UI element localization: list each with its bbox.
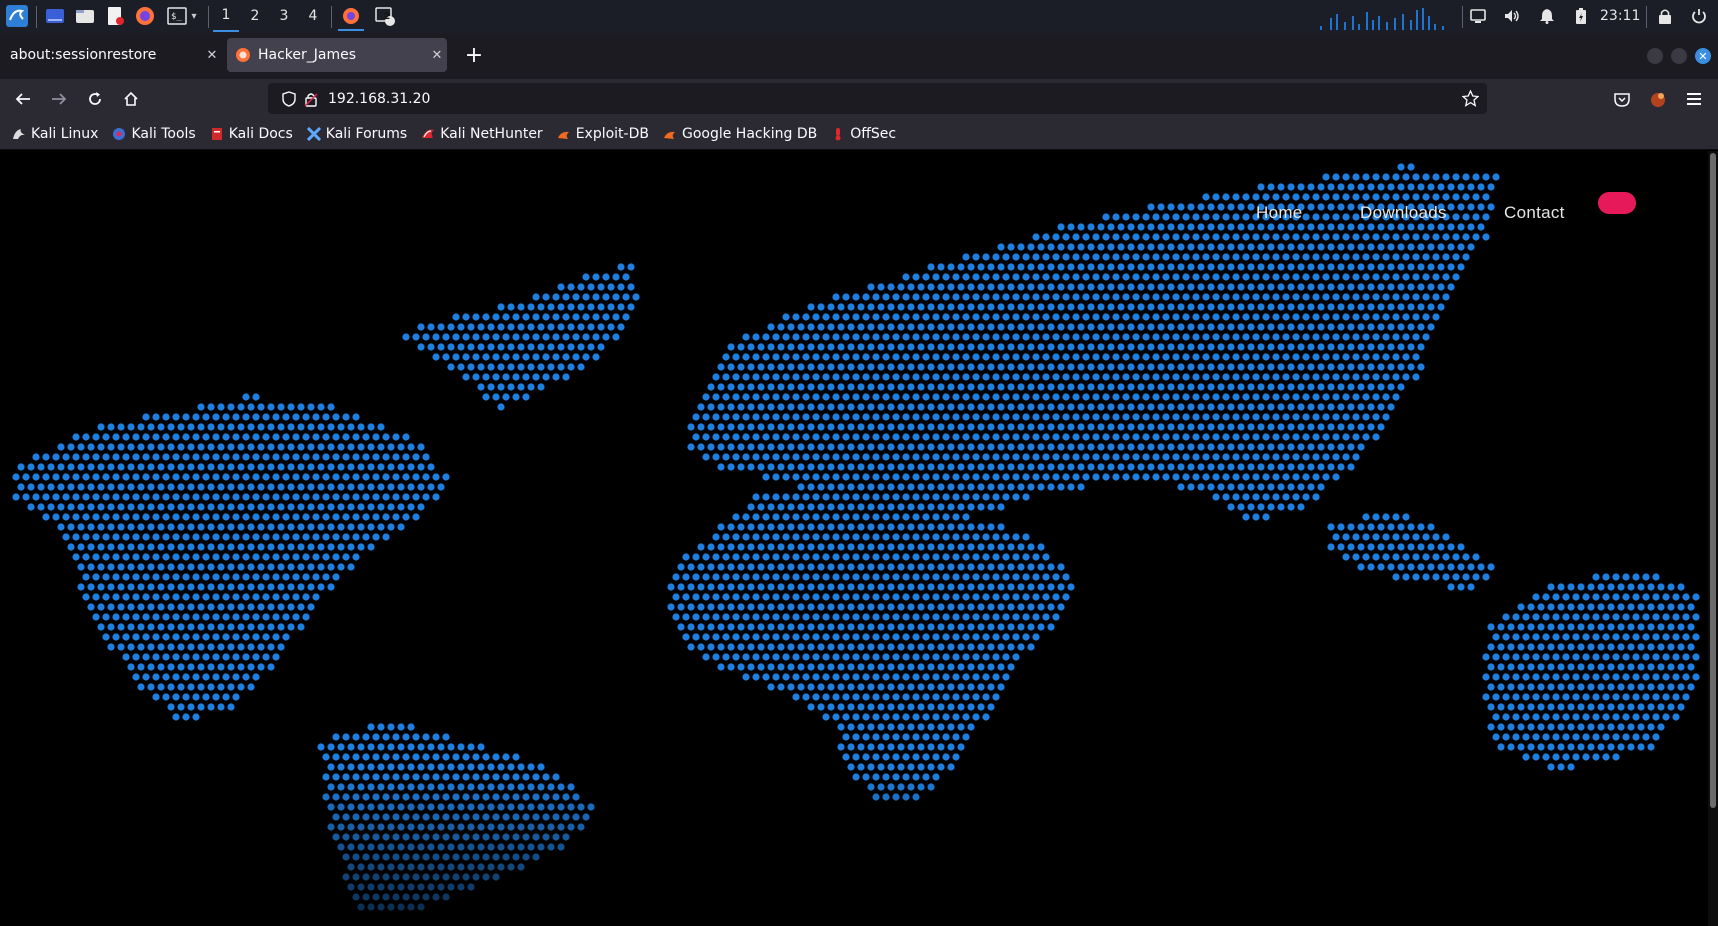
pocket-icon[interactable] [1608,85,1636,113]
kali-docs-icon [211,128,222,140]
bookmark-exploit-db[interactable]: Exploit-DB [557,126,649,142]
volume-icon[interactable] [1500,5,1524,27]
bookmark-kali-linux[interactable]: Kali Linux [12,126,98,142]
site-navigation: Home Downloads Contact [0,203,1708,243]
insecure-lock-icon[interactable] [304,91,318,107]
scrollbar-thumb[interactable] [1710,153,1716,808]
bookmark-label: Exploit-DB [575,126,649,142]
nav-contact-link[interactable]: Contact [1504,203,1565,223]
clock[interactable]: 23:11 [1600,0,1640,32]
kali-forums-icon [306,127,321,141]
dotted-world-map-background [12,163,1700,911]
bookmark-label: Kali NetHunter [440,126,543,142]
maximize-window-button[interactable] [1671,48,1687,64]
tab-hacker-james[interactable]: Hacker_James ✕ [227,38,447,72]
tab-title: Hacker_James [258,47,357,63]
power-icon[interactable] [1688,5,1710,27]
terminal-count-badge: 2 [384,12,391,22]
close-tab-icon[interactable]: ✕ [202,48,222,63]
forward-button[interactable] [45,85,73,113]
close-window-button[interactable]: ✕ [1695,48,1711,64]
tab-sessionrestore[interactable]: about:sessionrestore ✕ [0,38,222,72]
terminal-window-icon[interactable]: 2 [372,5,398,27]
display-icon[interactable] [1466,5,1490,27]
bookmark-kali-tools[interactable]: Kali Tools [112,126,196,142]
system-taskbar: $_ ▾ 1 2 3 4 2 23:11 [0,0,1718,34]
kali-menu-icon[interactable] [4,5,30,27]
page-viewport: Home Downloads Contact [0,151,1708,926]
workspace-3[interactable]: 3 [271,0,297,32]
bookmark-google-hacking-db[interactable]: Google Hacking DB [663,126,817,142]
tab-title: about:sessionrestore [10,47,157,63]
bookmark-label: Kali Docs [228,126,293,142]
bookmark-label: Kali Tools [131,126,196,142]
exploit-db-icon [557,131,569,139]
shield-icon[interactable] [282,91,296,107]
reload-button[interactable] [81,85,109,113]
lock-screen-icon[interactable] [1654,5,1676,27]
close-tab-icon[interactable]: ✕ [427,48,447,63]
bookmark-star-icon[interactable] [1462,90,1479,107]
navigation-toolbar: 192.168.31.20 [0,79,1718,119]
notification-bell-icon[interactable] [1536,5,1558,27]
minimize-window-button[interactable] [1647,48,1663,64]
bookmark-kali-forums[interactable]: Kali Forums [306,126,408,142]
bookmark-label: Kali Linux [31,126,99,142]
offsec-icon [835,128,841,141]
bookmark-offsec[interactable]: OffSec [831,126,896,142]
kali-dragon-icon [13,129,25,139]
url-bar[interactable]: 192.168.31.20 [268,83,1487,114]
extension-icon[interactable] [1644,85,1672,113]
show-desktop-icon[interactable] [44,5,66,27]
nav-home-link[interactable]: Home [1256,203,1303,223]
new-tab-button[interactable]: + [460,41,488,69]
file-manager-icon[interactable] [74,5,96,27]
workspace-1[interactable]: 1 [213,0,239,32]
nethunter-icon [422,129,435,138]
chevron-down-icon[interactable]: ▾ [191,11,196,22]
kali-tools-icon [113,128,126,140]
bookmark-label: OffSec [850,126,897,142]
bookmarks-toolbar: Kali Linux Kali Tools Kali Docs Kali For… [0,119,1718,150]
workspace-2[interactable]: 2 [242,0,268,32]
url-text[interactable]: 192.168.31.20 [328,91,430,107]
bookmark-label: Kali Forums [325,126,408,142]
back-button[interactable] [9,85,37,113]
app-menu-icon[interactable] [1680,85,1708,113]
ghdb-icon [663,131,675,139]
svg-text:$_: $_ [171,12,182,22]
firefox-launcher-icon[interactable] [134,5,156,27]
firefox-window-icon[interactable] [338,3,364,31]
battery-icon [1570,5,1592,27]
workspace-4[interactable]: 4 [300,0,326,32]
bookmark-kali-nethunter[interactable]: Kali NetHunter [421,126,543,142]
cpu-graph-icon [1320,8,1444,30]
site-favicon-icon [236,48,250,62]
browser-tab-strip: about:sessionrestore ✕ Hacker_James ✕ + … [0,33,1718,79]
home-button[interactable] [117,85,145,113]
text-editor-icon[interactable] [104,5,126,27]
terminal-launcher-icon[interactable]: $_ ▾ [164,5,200,27]
cta-button[interactable] [1598,192,1636,214]
bookmark-kali-docs[interactable]: Kali Docs [210,126,293,142]
nav-downloads-link[interactable]: Downloads [1360,203,1447,223]
bookmark-label: Google Hacking DB [681,126,818,142]
